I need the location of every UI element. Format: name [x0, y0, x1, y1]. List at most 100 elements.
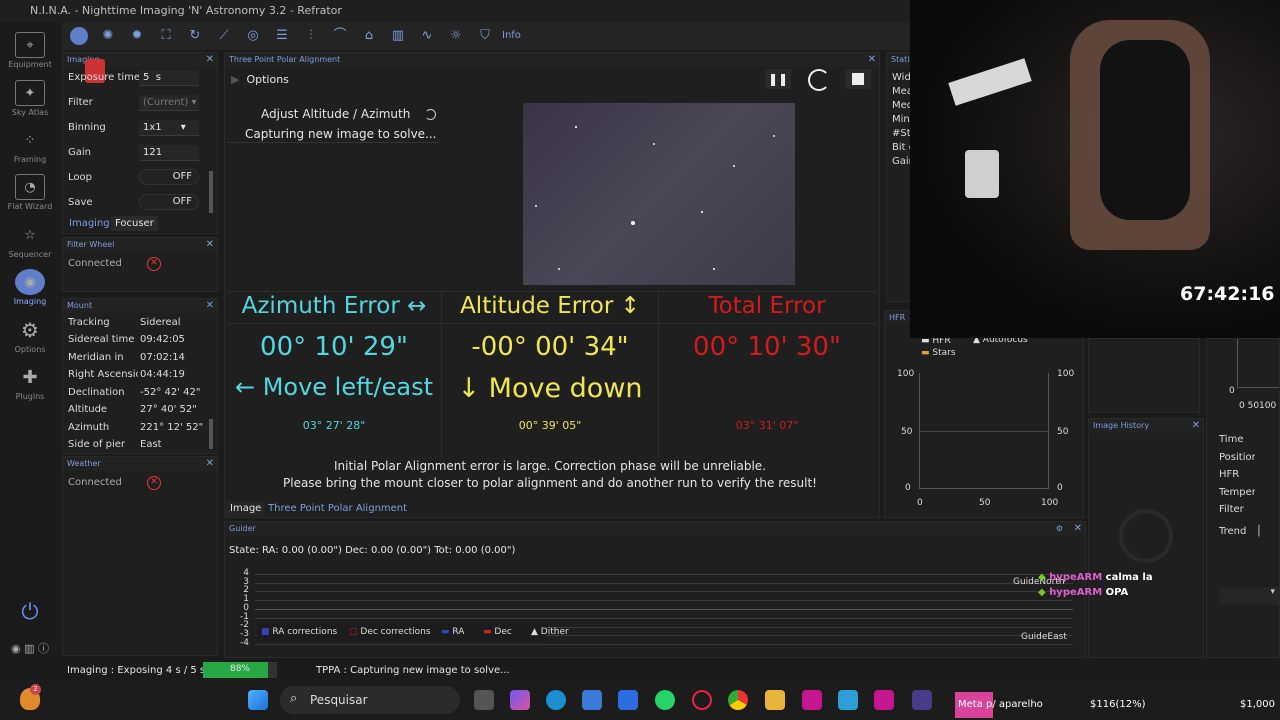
flat-wizard-icon: ◔	[15, 174, 45, 200]
target-icon[interactable]: ◎	[244, 27, 262, 45]
nina-icon[interactable]	[912, 690, 932, 710]
mount-panel: Mount ✕ Tracking Sidereal Sidereal time 09:…	[62, 298, 218, 454]
hfr-x-tick: 0	[917, 498, 923, 508]
save-toggle[interactable]: OFF	[139, 194, 199, 210]
nav-flat-wizard[interactable]: ◔ Flat Wizard	[0, 174, 60, 211]
status-bar: Imaging : Exposing 4 s / 5 s 88% TPPA : …	[0, 660, 1280, 680]
close-icon[interactable]: ✕	[206, 299, 214, 313]
power-icon[interactable]: ⏻	[0, 600, 60, 625]
lightbulb-icon[interactable]: ☼	[447, 27, 465, 45]
app-pink-icon[interactable]	[802, 690, 822, 710]
status-tppa: TPPA : Capturing new image to solve...	[316, 665, 510, 676]
hfr-y-tick: 0	[905, 483, 911, 493]
arc-icon[interactable]: ⌒	[331, 27, 349, 45]
progress-label: 88%	[229, 664, 250, 674]
shield-icon[interactable]: ⛉	[476, 27, 494, 45]
folder-icon[interactable]	[765, 690, 785, 710]
search-box[interactable]: ⌕ Pesquisar	[280, 686, 460, 714]
gain-input[interactable]: 121	[139, 145, 199, 161]
altitude-error-heading: Altitude Error ↕	[460, 293, 640, 319]
app-icon[interactable]	[618, 690, 638, 710]
imaging-icon: ◉	[15, 269, 45, 295]
dome-icon[interactable]: ⌂	[360, 27, 378, 45]
nav-imaging[interactable]: ◉ Imaging	[0, 269, 60, 306]
app-pink2-icon[interactable]	[874, 690, 894, 710]
azimuth-move: ← Move left/east	[234, 373, 434, 401]
windows-start-icon[interactable]	[248, 690, 268, 710]
nav-options[interactable]: ⚙ Options	[0, 317, 60, 354]
weather-title: Weather	[67, 459, 101, 468]
edge-icon[interactable]	[546, 690, 566, 710]
chrome-icon[interactable]	[728, 690, 748, 710]
options-toggle[interactable]: ▶ Options	[231, 73, 289, 86]
tppa-title: Three Point Polar Alignment	[229, 55, 341, 64]
info-button[interactable]: Info	[502, 30, 521, 41]
filterwheel-icon[interactable]: ✺	[99, 27, 117, 45]
stop-button[interactable]	[845, 69, 871, 89]
copilot-icon[interactable]	[510, 690, 530, 710]
scrollbar[interactable]	[209, 419, 213, 449]
tab-image[interactable]: Image	[226, 501, 266, 516]
close-icon[interactable]: ✕	[206, 457, 214, 471]
exposure-input[interactable]: 5 s	[139, 70, 199, 86]
hfr-title: HFR History	[885, 311, 913, 325]
binning-select[interactable]: 1x1 ▾	[139, 120, 199, 136]
graph-icon[interactable]: ∿	[418, 27, 436, 45]
close-icon[interactable]: ✕	[206, 53, 214, 67]
loop-toggle[interactable]: OFF	[139, 169, 199, 185]
tab-tppa[interactable]: Three Point Polar Alignment	[264, 501, 411, 516]
tab-imaging[interactable]: Imaging	[65, 216, 114, 231]
focuser-icon[interactable]: ✹	[128, 27, 146, 45]
nav-equipment[interactable]: ⌖ Equipment	[0, 32, 60, 69]
tab-focuser[interactable]: Focuser	[111, 216, 158, 231]
guider-state: State: RA: 0.00 (0.00") Dec: 0.00 (0.00"…	[229, 545, 516, 556]
spinner-icon	[425, 109, 436, 120]
whatsapp-icon[interactable]	[655, 690, 675, 710]
view-book-info-icons[interactable]: ◉ ▥ ⓘ	[0, 640, 60, 656]
nav-sequencer[interactable]: ☆ Sequencer	[0, 222, 60, 260]
legend-ra: ▬ RA	[441, 627, 465, 637]
scrollbar[interactable]	[209, 171, 213, 213]
progress-bar: 88%	[203, 662, 277, 678]
store-icon[interactable]	[582, 690, 602, 710]
stats-icon[interactable]: ▥	[389, 27, 407, 45]
hfr-y-tick: 50	[1057, 427, 1069, 437]
binning-label: Binning	[68, 122, 106, 133]
close-icon[interactable]: ✕	[1074, 522, 1082, 536]
details-panel: 0 0 50100 TimePositionHFRTemperatureFilt…	[1206, 338, 1280, 658]
close-icon[interactable]: ✕	[1192, 419, 1200, 433]
opera-icon[interactable]	[692, 690, 712, 710]
close-icon[interactable]: ✕	[868, 53, 876, 67]
app-blue-icon[interactable]	[838, 690, 858, 710]
pause-button[interactable]: ❚❚	[765, 69, 791, 89]
details-select[interactable]: ▾	[1219, 587, 1279, 605]
guider-panel: Guider ✕ ⚙ State: RA: 0.00 (0.00") Dec: 0.…	[224, 521, 1086, 658]
filter-wheel-panel: Filter Wheel ✕ Connected ✕	[62, 237, 218, 292]
disconnect-icon[interactable]: ✕	[147, 476, 161, 490]
telescope-shape	[948, 58, 1032, 106]
list-icon[interactable]: ☰	[273, 27, 291, 45]
sliders-icon[interactable]: ⫶	[302, 27, 320, 45]
camera-icon[interactable]	[70, 27, 88, 45]
rotator-icon[interactable]: ↻	[186, 27, 204, 45]
autofocus-icon[interactable]: ⛶	[157, 27, 175, 45]
mount-icon[interactable]: ⟋	[215, 27, 233, 45]
window-title: N.I.N.A. - Nighttime Imaging 'N' Astrono…	[0, 0, 910, 22]
disconnect-icon[interactable]: ✕	[147, 257, 161, 271]
legend-dither: ▲ Dither	[531, 627, 569, 637]
chat-message: ◆ hypeARM calma la	[1038, 572, 1153, 583]
guider-legend: ■ RA corrections □ Dec corrections ▬ RA …	[257, 623, 569, 641]
nav-sky-atlas[interactable]: ✦ Sky Atlas	[0, 80, 60, 117]
mount-title: Mount	[67, 301, 93, 310]
filter-select[interactable]: (Current) ▾	[139, 95, 199, 111]
sidebar: ⌖ Equipment ✦ Sky Atlas ⁘ Framing ◔ Flat Wiz…	[0, 22, 60, 662]
nav-framing[interactable]: ⁘ Framing	[0, 127, 60, 165]
azimuth-error-heading: Azimuth Error ↔	[241, 293, 427, 319]
warning-line-1: Initial Polar Alignment error is large. …	[333, 459, 766, 473]
nav-plugins[interactable]: ✚ Plugins	[0, 364, 60, 402]
close-icon[interactable]: ✕	[206, 238, 214, 252]
badge-icon: ◆	[1038, 587, 1046, 598]
step-label: Adjust Altitude / Azimuth	[261, 107, 411, 121]
settings-icon[interactable]: ⚙	[1056, 522, 1063, 536]
task-view-icon[interactable]	[474, 690, 494, 710]
